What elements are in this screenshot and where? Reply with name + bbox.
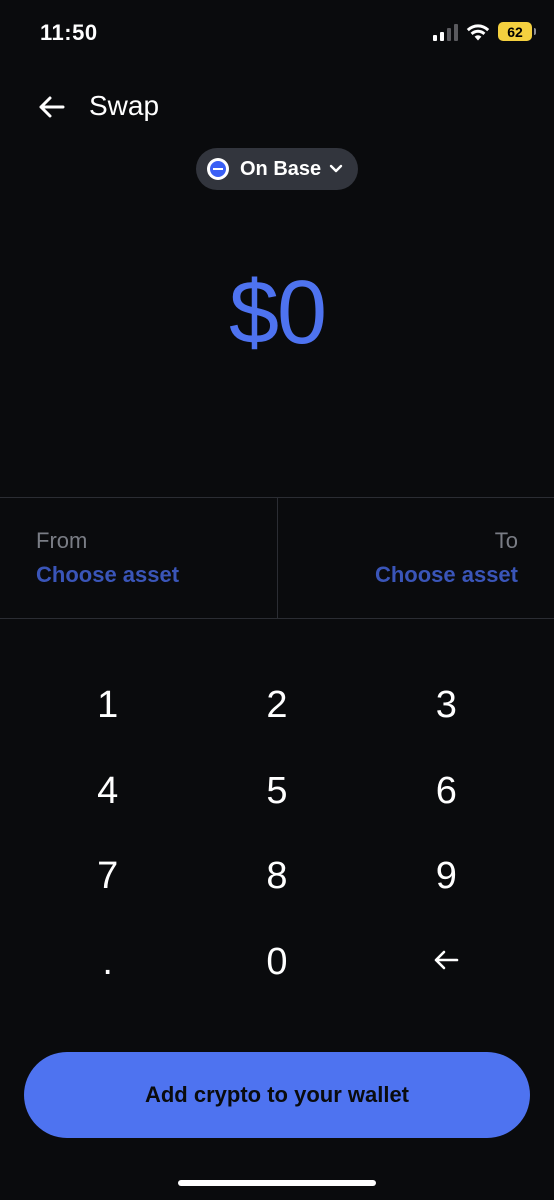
- status-indicators: 62: [433, 22, 536, 41]
- key-6[interactable]: 6: [362, 752, 531, 838]
- key-2[interactable]: 2: [192, 666, 361, 752]
- status-bar: 11:50 62: [0, 0, 554, 70]
- key-8[interactable]: 8: [192, 837, 361, 923]
- to-choose-asset[interactable]: Choose asset: [375, 562, 518, 588]
- key-5[interactable]: 5: [192, 752, 361, 838]
- battery-icon: 62: [498, 22, 536, 41]
- base-logo-icon: [207, 158, 229, 180]
- key-1[interactable]: 1: [23, 666, 192, 752]
- to-label: To: [494, 528, 518, 553]
- from-label: From: [36, 528, 88, 553]
- chevron-down-icon: [329, 164, 343, 174]
- network-label: On Base: [240, 157, 322, 180]
- add-crypto-button[interactable]: Add crypto to your wallet: [24, 1052, 530, 1138]
- asset-selector-row: From Choose asset To Choose asset: [0, 497, 554, 619]
- from-choose-asset[interactable]: Choose asset: [36, 562, 179, 588]
- backspace-icon: [435, 950, 459, 969]
- key-backspace[interactable]: [362, 923, 531, 1009]
- status-time: 11:50: [40, 20, 98, 45]
- amount-display: $0: [228, 263, 327, 363]
- arrow-left-icon: [39, 96, 65, 118]
- key-3[interactable]: 3: [362, 666, 531, 752]
- page-title: Swap: [89, 90, 160, 121]
- key-7[interactable]: 7: [23, 837, 192, 923]
- key-9[interactable]: 9: [362, 837, 531, 923]
- network-selector[interactable]: On Base: [196, 148, 358, 190]
- back-button[interactable]: [34, 90, 68, 124]
- cellular-signal-icon: [433, 23, 458, 41]
- key-0[interactable]: 0: [192, 923, 361, 1009]
- from-asset-selector[interactable]: From Choose asset: [0, 498, 276, 618]
- key-decimal[interactable]: .: [23, 923, 192, 1009]
- header: Swap: [0, 82, 554, 132]
- home-indicator[interactable]: [178, 1180, 376, 1186]
- to-asset-selector[interactable]: To Choose asset: [278, 498, 554, 618]
- numeric-keypad: 1 2 3 4 5 6 7 8 9 . 0: [23, 666, 531, 1008]
- wifi-icon: [466, 23, 490, 40]
- key-4[interactable]: 4: [23, 752, 192, 838]
